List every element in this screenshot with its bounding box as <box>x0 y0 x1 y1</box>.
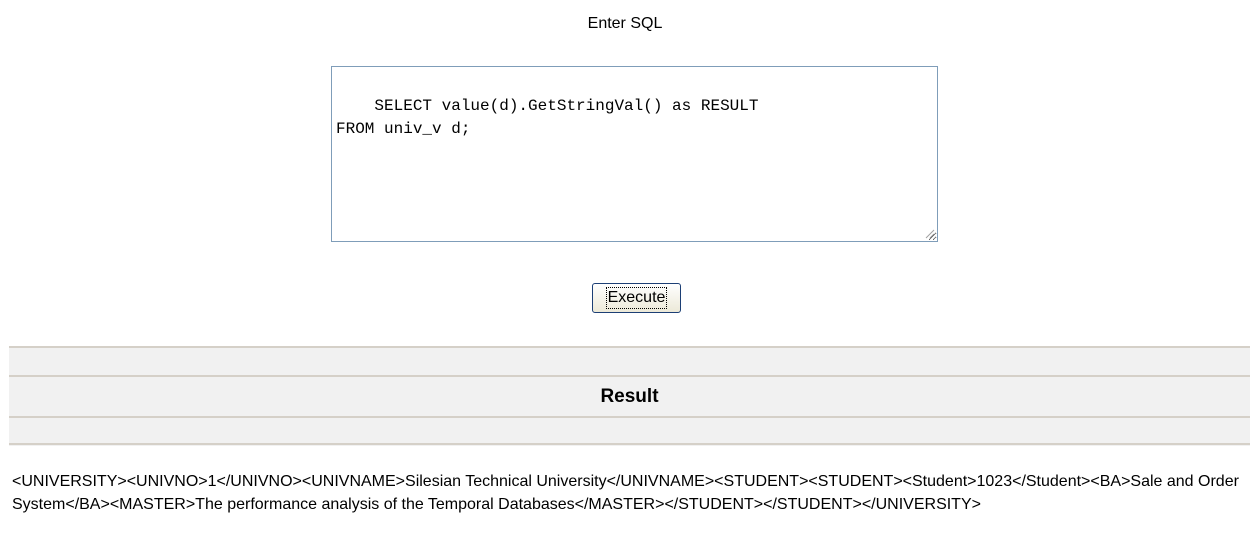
divider <box>9 375 1250 377</box>
execute-button-label: Execute <box>605 287 668 309</box>
sql-query-page: Enter SQL SELECT value(d).GetStringVal()… <box>0 0 1250 548</box>
result-title: Result <box>600 386 659 407</box>
result-output: <UNIVERSITY><UNIVNO>1</UNIVNO><UNIVNAME>… <box>12 473 1239 513</box>
execute-button[interactable]: Execute <box>592 283 681 313</box>
result-header-panel: Result <box>9 346 1250 446</box>
resize-grip-icon[interactable] <box>925 229 935 239</box>
sql-textarea[interactable]: SELECT value(d).GetStringVal() as RESULT… <box>331 66 938 242</box>
divider <box>9 416 1250 418</box>
divider <box>9 346 1250 348</box>
divider <box>9 443 1250 445</box>
sql-query-text: SELECT value(d).GetStringVal() as RESULT… <box>336 97 759 138</box>
enter-sql-label: Enter SQL <box>587 15 663 32</box>
